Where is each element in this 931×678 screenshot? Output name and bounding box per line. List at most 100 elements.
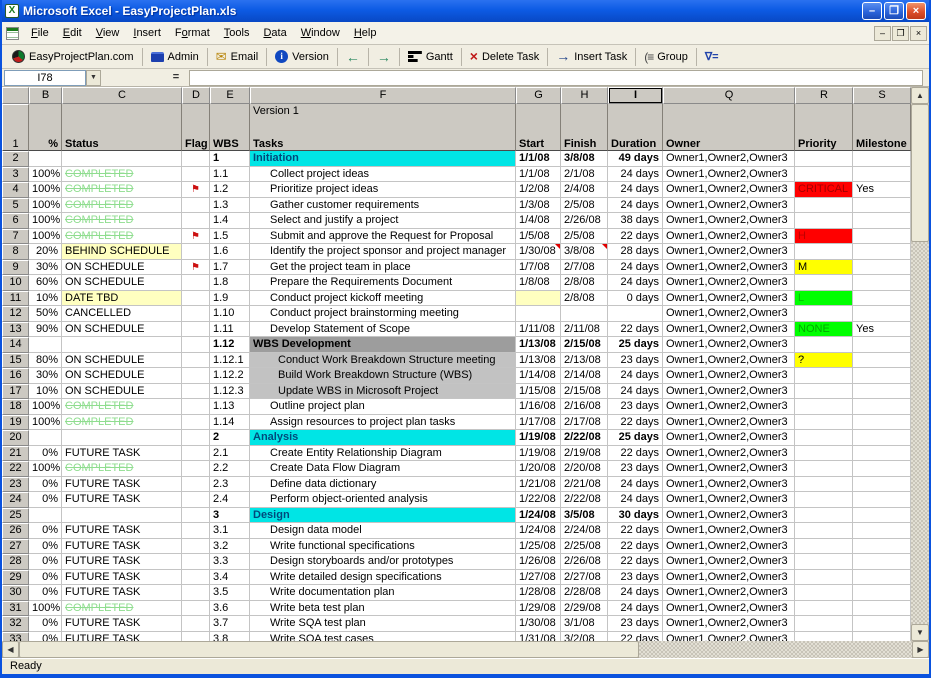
cell-percent[interactable] <box>29 508 62 524</box>
cell-status[interactable] <box>62 430 182 446</box>
menu-insert[interactable]: Insert <box>126 24 168 42</box>
cell-priority[interactable] <box>795 585 853 601</box>
cell-status[interactable] <box>62 337 182 353</box>
cell-owner[interactable]: Owner1,Owner2,Owner3 <box>663 368 795 384</box>
toolbar-button-easyprojectplan-com[interactable]: EasyProjectPlan.com <box>6 48 140 65</box>
cell-priority[interactable] <box>795 616 853 632</box>
cell-start[interactable] <box>516 306 561 322</box>
row-header[interactable]: 4 <box>2 182 29 198</box>
header-priority[interactable]: Priority <box>795 104 853 151</box>
toolbar-button-gantt[interactable]: Gantt <box>402 49 459 65</box>
row-header[interactable]: 33 <box>2 632 29 642</box>
cell-priority[interactable] <box>795 554 853 570</box>
cell-finish[interactable]: 2/22/08 <box>561 492 608 508</box>
cell-wbs[interactable]: 3 <box>210 508 250 524</box>
cell-owner[interactable]: Owner1,Owner2,Owner3 <box>663 508 795 524</box>
row-header[interactable]: 28 <box>2 554 29 570</box>
cell-priority[interactable]: CRITICAL <box>795 182 853 198</box>
cell-percent[interactable]: 30% <box>29 368 62 384</box>
row-header[interactable]: 22 <box>2 461 29 477</box>
cell-duration[interactable]: 23 days <box>608 353 663 369</box>
column-header-g[interactable]: G <box>516 87 561 104</box>
cell-finish[interactable]: 2/15/08 <box>561 337 608 353</box>
cell-status[interactable]: CANCELLED <box>62 306 182 322</box>
cell-status[interactable]: FUTURE TASK <box>62 616 182 632</box>
row-header[interactable]: 30 <box>2 585 29 601</box>
cell-duration[interactable]: 24 days <box>608 368 663 384</box>
cell-milestone[interactable] <box>853 353 911 369</box>
name-box[interactable]: I78 <box>4 70 86 86</box>
cell-priority[interactable] <box>795 632 853 642</box>
cell-wbs[interactable]: 1.10 <box>210 306 250 322</box>
cell-flag[interactable] <box>182 368 210 384</box>
cell-owner[interactable]: Owner1,Owner2,Owner3 <box>663 446 795 462</box>
cell-finish[interactable]: 3/8/08 <box>561 151 608 167</box>
cell-priority[interactable]: M <box>795 260 853 276</box>
select-all-corner[interactable] <box>2 87 29 104</box>
cell-priority[interactable] <box>795 306 853 322</box>
cell-wbs[interactable]: 3.2 <box>210 539 250 555</box>
cell-task[interactable]: Gather customer requirements <box>250 198 516 214</box>
cell-finish[interactable]: 2/17/08 <box>561 415 608 431</box>
cell-milestone[interactable] <box>853 523 911 539</box>
cell-flag[interactable] <box>182 539 210 555</box>
cell-flag[interactable] <box>182 554 210 570</box>
cell-wbs[interactable]: 2.3 <box>210 477 250 493</box>
header-wbs[interactable]: WBS <box>210 104 250 151</box>
cell-priority[interactable] <box>795 492 853 508</box>
cell-status[interactable]: COMPLETED <box>62 399 182 415</box>
row-header[interactable]: 13 <box>2 322 29 338</box>
cell-owner[interactable]: Owner1,Owner2,Owner3 <box>663 632 795 642</box>
cell-milestone[interactable] <box>853 151 911 167</box>
row-header[interactable]: 17 <box>2 384 29 400</box>
cell-finish[interactable]: 2/29/08 <box>561 601 608 617</box>
cell-wbs[interactable]: 1.12.2 <box>210 368 250 384</box>
cell-duration[interactable]: 22 days <box>608 523 663 539</box>
cell-flag[interactable]: ⚑ <box>182 229 210 245</box>
cell-percent[interactable]: 60% <box>29 275 62 291</box>
cell-percent[interactable]: 0% <box>29 570 62 586</box>
vertical-scroll-thumb[interactable] <box>911 104 929 242</box>
row-header[interactable]: 20 <box>2 430 29 446</box>
cell-owner[interactable]: Owner1,Owner2,Owner3 <box>663 415 795 431</box>
cell-percent[interactable]: 100% <box>29 601 62 617</box>
cell-flag[interactable] <box>182 198 210 214</box>
name-box-dropdown-icon[interactable]: ▼ <box>86 70 101 86</box>
cell-owner[interactable]: Owner1,Owner2,Owner3 <box>663 244 795 260</box>
cell-duration[interactable]: 22 days <box>608 539 663 555</box>
cell-priority[interactable] <box>795 275 853 291</box>
cell-wbs[interactable]: 3.3 <box>210 554 250 570</box>
cell-task[interactable]: Select and justify a project <box>250 213 516 229</box>
column-header-d[interactable]: D <box>182 87 210 104</box>
cell-duration[interactable]: 24 days <box>608 492 663 508</box>
cell-priority[interactable] <box>795 446 853 462</box>
cell-owner[interactable]: Owner1,Owner2,Owner3 <box>663 616 795 632</box>
row-header[interactable]: 16 <box>2 368 29 384</box>
cell-task[interactable]: Write SQA test plan <box>250 616 516 632</box>
cell-priority[interactable] <box>795 430 853 446</box>
cell-percent[interactable]: 20% <box>29 244 62 260</box>
row-header[interactable]: 21 <box>2 446 29 462</box>
minimize-icon[interactable]: – <box>862 2 882 20</box>
cell-status[interactable]: FUTURE TASK <box>62 585 182 601</box>
cell-flag[interactable] <box>182 632 210 642</box>
cell-priority[interactable] <box>795 508 853 524</box>
cell-owner[interactable]: Owner1,Owner2,Owner3 <box>663 229 795 245</box>
cell-percent[interactable]: 10% <box>29 291 62 307</box>
cell-wbs[interactable]: 2.1 <box>210 446 250 462</box>
cell-wbs[interactable]: 2.2 <box>210 461 250 477</box>
cell-status[interactable]: FUTURE TASK <box>62 570 182 586</box>
cell-priority[interactable]: H <box>795 229 853 245</box>
cell-percent[interactable]: 0% <box>29 585 62 601</box>
menu-edit[interactable]: Edit <box>56 24 89 42</box>
cell-percent[interactable]: 100% <box>29 229 62 245</box>
cell-finish[interactable]: 2/27/08 <box>561 570 608 586</box>
cell-owner[interactable]: Owner1,Owner2,Owner3 <box>663 213 795 229</box>
cell-task[interactable]: Write documentation plan <box>250 585 516 601</box>
cell-flag[interactable] <box>182 461 210 477</box>
cell-percent[interactable] <box>29 151 62 167</box>
row-header[interactable]: 14 <box>2 337 29 353</box>
cell-start[interactable]: 1/1/08 <box>516 151 561 167</box>
cell-flag[interactable] <box>182 353 210 369</box>
menu-data[interactable]: Data <box>256 24 293 42</box>
